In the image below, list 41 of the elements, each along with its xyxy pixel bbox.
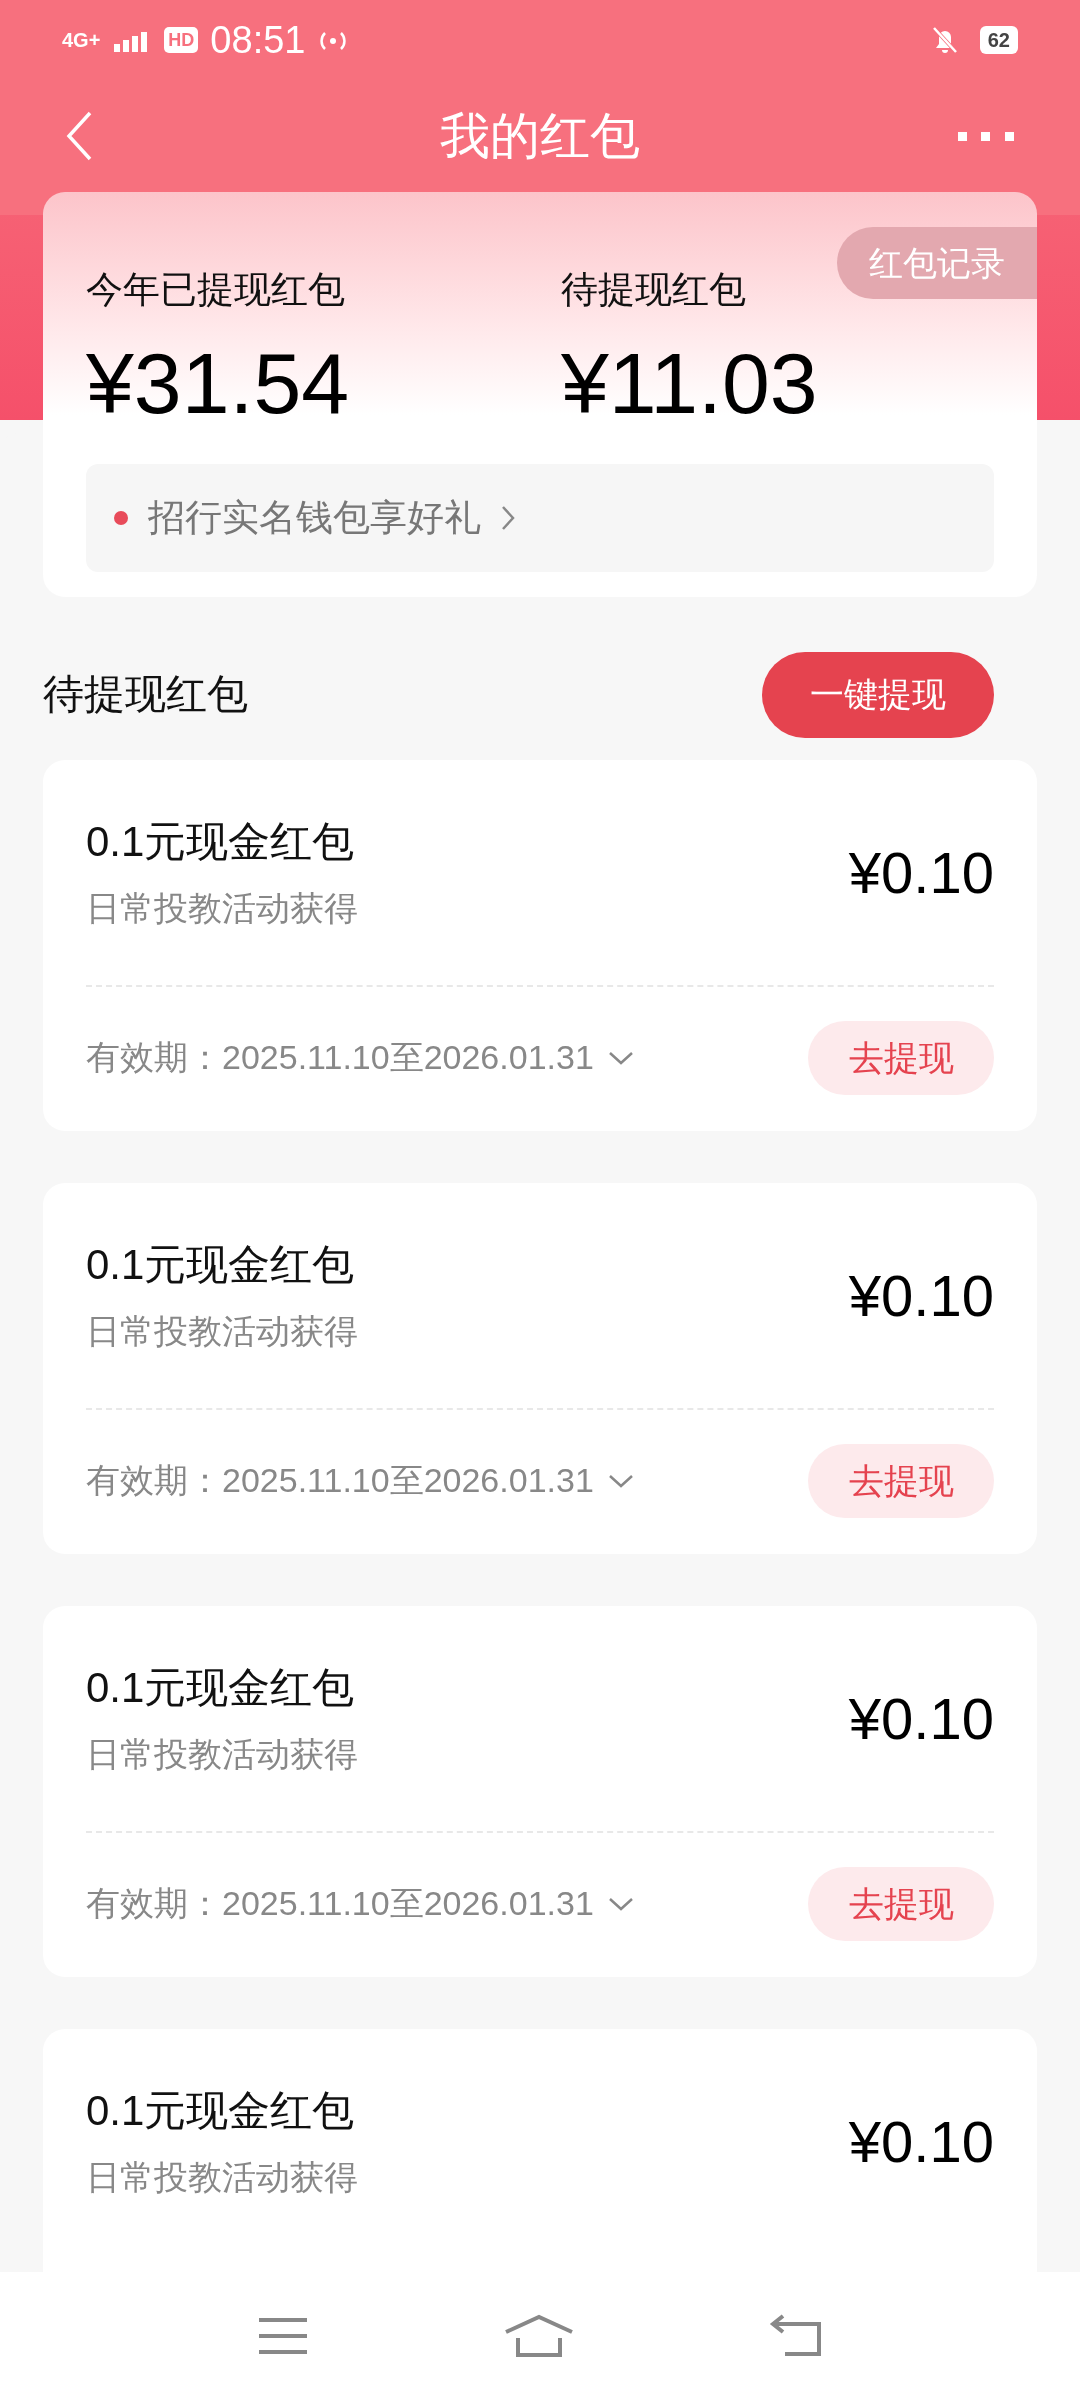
promo-text: 招行实名钱包享好礼 xyxy=(148,495,481,540)
network-indicator: 4G+ xyxy=(62,30,101,51)
withdrawn-amount: ¥31.54 xyxy=(86,339,351,426)
more-icon[interactable] xyxy=(958,130,1014,143)
withdrawn-label: 今年已提现红包 xyxy=(86,268,346,312)
withdraw-button[interactable]: 去提现 xyxy=(808,1444,994,1518)
packet-source: 日常投教活动获得 xyxy=(86,1311,358,1353)
menu-icon[interactable] xyxy=(257,2316,309,2356)
validity-text: 有效期：2025.11.10至2026.01.31 xyxy=(86,1037,594,1079)
back-nav-icon[interactable] xyxy=(769,2314,823,2358)
validity-text: 有效期：2025.11.10至2026.01.31 xyxy=(86,1883,594,1925)
pending-label: 待提现红包 xyxy=(561,268,747,312)
hd-badge: HD xyxy=(164,27,199,54)
packet-amount: ¥0.10 xyxy=(848,1262,994,1330)
chevron-down-icon[interactable] xyxy=(607,1051,634,1065)
packet-title: 0.1元现金红包 xyxy=(86,1663,356,1714)
packet-source: 日常投教活动获得 xyxy=(86,2157,358,2199)
withdraw-all-button[interactable]: 一键提现 xyxy=(762,651,994,738)
record-button[interactable]: 红包记录 xyxy=(837,227,1037,299)
pending-amount: ¥11.03 xyxy=(561,339,818,426)
packet-title: 0.1元现金红包 xyxy=(86,1240,356,1291)
section-title: 待提现红包 xyxy=(43,670,248,720)
validity-text: 有效期：2025.11.10至2026.01.31 xyxy=(86,1460,594,1502)
packet-amount: ¥0.10 xyxy=(848,2108,994,2176)
page-title: 我的红包 xyxy=(440,106,640,166)
packet-title: 0.1元现金红包 xyxy=(86,817,356,868)
packet-amount: ¥0.10 xyxy=(848,839,994,907)
battery-indicator: 62 xyxy=(979,26,1018,55)
withdraw-button[interactable]: 去提现 xyxy=(808,1867,994,1941)
packet-amount: ¥0.10 xyxy=(848,1685,994,1753)
promo-banner[interactable]: 招行实名钱包享好礼 xyxy=(86,463,994,572)
home-icon[interactable] xyxy=(503,2314,575,2358)
packet-title: 0.1元现金红包 xyxy=(86,2086,356,2137)
packet-source: 日常投教活动获得 xyxy=(86,1734,358,1776)
withdraw-button[interactable]: 去提现 xyxy=(808,1021,994,1095)
clock-time: 08:51 xyxy=(210,21,306,60)
chevron-down-icon[interactable] xyxy=(607,1474,634,1488)
chevron-right-icon xyxy=(501,504,515,531)
back-icon[interactable] xyxy=(66,111,92,162)
packet-source: 日常投教活动获得 xyxy=(86,888,358,930)
chevron-down-icon[interactable] xyxy=(607,1897,634,1911)
